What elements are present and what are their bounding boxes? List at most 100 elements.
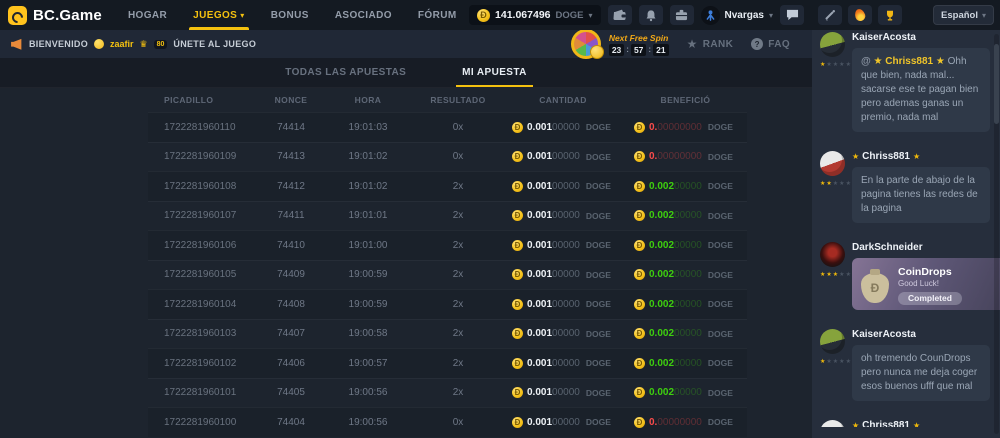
amount-zeros: 00000	[552, 417, 580, 428]
amount-currency: DOGE	[586, 270, 611, 280]
table-header-row: PICADILLONONCEHORARESULTADOCANTIDADBENEF…	[148, 88, 747, 112]
completed-button[interactable]: Completed	[898, 292, 962, 305]
table-row[interactable]: 17222819601097441319:01:020xÐ0.00100000D…	[148, 142, 747, 172]
bet-amount: Ð0.00100000DOGE	[502, 181, 624, 192]
bcgame-logo[interactable]: BC.Game	[8, 6, 102, 25]
chat-username[interactable]: KaiserAcosta	[852, 32, 990, 43]
table-row[interactable]: 17222819601057440919:00:592xÐ0.00100000D…	[148, 260, 747, 290]
balance-selector[interactable]: Ð 141.067496 DOGE ▾	[469, 5, 600, 25]
table-row[interactable]: 17222819601027440619:00:572xÐ0.00100000D…	[148, 348, 747, 378]
bet-time: 19:00:56	[322, 387, 414, 398]
bet-amount: Ð0.00100000DOGE	[502, 299, 624, 310]
profit-zeros: 00000	[674, 387, 702, 398]
vault-button[interactable]	[670, 5, 694, 25]
user-menu[interactable]: Nvargas ▾	[701, 6, 773, 25]
nav-item-bonus[interactable]: BONUS	[271, 0, 309, 30]
amount-currency: DOGE	[586, 358, 611, 368]
nav-item-juegos[interactable]: JUEGOS▾	[193, 0, 245, 30]
amount-value: 0.00100000	[527, 210, 580, 221]
column-header-hash: PICADILLO	[148, 95, 260, 105]
amount-main: 0.001	[527, 181, 552, 192]
table-row[interactable]: 17222819601007440419:00:560xÐ0.00100000D…	[148, 407, 747, 437]
table-row[interactable]: 17222819601107441419:01:030xÐ0.00100000D…	[148, 112, 747, 142]
join-game-label: ÚNETE AL JUEGO	[173, 39, 256, 49]
free-spin-widget[interactable]: Next Free Spin 23 : 57 : 21	[571, 33, 669, 56]
profit-zeros: 00000	[674, 181, 702, 192]
timer-colon: :	[648, 45, 651, 54]
mention-link[interactable]: ★ Chriss881 ★	[874, 56, 948, 67]
chat-message: ★★★★★KaiserAcostaoh tremendo CounDrops p…	[820, 329, 990, 407]
profit-currency: DOGE	[708, 240, 733, 250]
nav-item-label: BONUS	[271, 10, 309, 21]
bet-time: 19:00:57	[322, 358, 414, 369]
table-row[interactable]: 17222819601077441119:01:012xÐ0.00100000D…	[148, 201, 747, 231]
nav-item-asociado[interactable]: ASOCIADO	[335, 0, 392, 30]
avatar[interactable]	[820, 420, 845, 427]
chat-username[interactable]: KaiserAcosta	[852, 329, 990, 340]
table-row[interactable]: 17222819601047440819:00:592xÐ0.00100000D…	[148, 289, 747, 319]
amount-currency: DOGE	[586, 211, 611, 221]
amount-value: 0.00100000	[527, 151, 580, 162]
rank-link[interactable]: ★ RANK	[687, 37, 734, 51]
nav-item-fórum[interactable]: FÓRUM	[418, 0, 457, 30]
amount-currency: DOGE	[586, 240, 611, 250]
bet-nonce: 74406	[260, 358, 322, 369]
bet-hash[interactable]: 1722281960106	[148, 240, 260, 251]
welcomed-username[interactable]: zaafir	[110, 39, 134, 49]
doge-coin-icon: Ð	[634, 328, 645, 339]
bet-hash[interactable]: 1722281960102	[148, 358, 260, 369]
bet-nonce: 74407	[260, 328, 322, 339]
notifications-button[interactable]	[639, 5, 663, 25]
avatar[interactable]	[820, 242, 845, 267]
bet-hash[interactable]: 1722281960105	[148, 269, 260, 280]
profit-zeros: 00000000	[657, 417, 702, 428]
coindrops-card[interactable]: ÐCoinDropsGood Luck!Completed18:58	[852, 258, 1000, 310]
faq-link[interactable]: ? FAQ	[751, 38, 790, 50]
bet-hash[interactable]: 1722281960108	[148, 181, 260, 192]
table-row[interactable]: 17222819601067441019:01:002xÐ0.00100000D…	[148, 230, 747, 260]
wallet-button[interactable]	[608, 5, 632, 25]
amount-zeros: 00000	[552, 181, 580, 192]
bet-hash[interactable]: 1722281960100	[148, 417, 260, 428]
bet-hash[interactable]: 1722281960101	[148, 387, 260, 398]
bet-hash[interactable]: 1722281960109	[148, 151, 260, 162]
bet-hash[interactable]: 1722281960107	[148, 210, 260, 221]
message-text: En la parte de abajo de la pagina tienes…	[861, 175, 978, 214]
bet-hash[interactable]: 1722281960104	[148, 299, 260, 310]
profit-main: 0.002	[649, 210, 674, 221]
username-text: DarkSchneider	[852, 242, 923, 253]
chat-scrollbar-thumb[interactable]	[994, 44, 999, 124]
chat-username[interactable]: ★Chriss881★	[852, 151, 990, 162]
nav-item-hogar[interactable]: HOGAR	[128, 0, 167, 30]
avatar[interactable]	[820, 32, 845, 57]
doge-coin-icon: Ð	[512, 151, 523, 162]
tab-mi-apuesta[interactable]: MI APUESTA	[456, 58, 533, 87]
amount-zeros: 00000	[552, 210, 580, 221]
table-row[interactable]: 17222819601037440719:00:582xÐ0.00100000D…	[148, 319, 747, 349]
avatar[interactable]	[820, 151, 845, 176]
balance-amount: 141.067496	[495, 9, 550, 21]
chat-toggle-button[interactable]	[780, 5, 804, 25]
user-star-rating: ★★★★★	[820, 180, 852, 187]
bet-time: 19:00:59	[322, 269, 414, 280]
bet-profit: Ð0.00200000DOGE	[624, 240, 747, 251]
table-row[interactable]: 17222819601017440519:00:562xÐ0.00100000D…	[148, 378, 747, 408]
profit-zeros: 00000000	[657, 151, 702, 162]
bet-hash[interactable]: 1722281960110	[148, 122, 260, 133]
bet-hash[interactable]: 1722281960103	[148, 328, 260, 339]
tab-todas-las-apuestas[interactable]: TODAS LAS APUESTAS	[279, 58, 412, 87]
medal-icon: ♛	[140, 39, 148, 50]
chevron-down-icon: ▾	[240, 11, 244, 20]
chat-bubble-icon	[786, 9, 799, 21]
table-row[interactable]: 17222819601087441219:01:022xÐ0.00100000D…	[148, 171, 747, 201]
bet-result: 0x	[414, 122, 502, 133]
bet-nonce: 74409	[260, 269, 322, 280]
chat-username[interactable]: ★Chriss881★	[852, 420, 990, 427]
bet-nonce: 74412	[260, 181, 322, 192]
bet-result: 2x	[414, 358, 502, 369]
chat-username[interactable]: DarkSchneider	[852, 242, 990, 253]
profit-value: 0.00000000	[649, 151, 702, 162]
user-star-rating: ★★★★★	[820, 61, 852, 68]
amount-zeros: 00000	[552, 122, 580, 133]
avatar[interactable]	[820, 329, 845, 354]
